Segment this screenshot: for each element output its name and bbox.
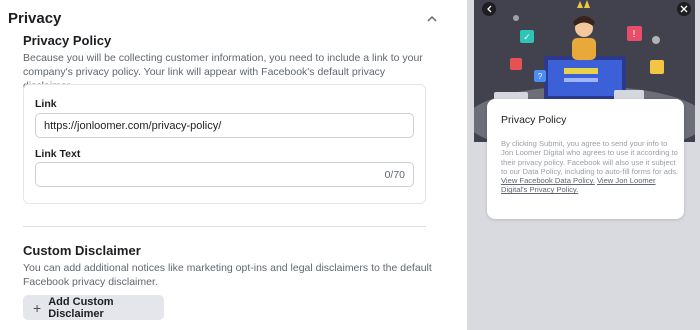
svg-text:?: ? [538,72,543,81]
close-icon[interactable] [677,2,691,16]
svg-text:!: ! [633,29,636,40]
privacy-preview-card: Privacy Policy By clicking Submit, you a… [487,99,684,219]
form-preview-panel: ✓ ! ? Privacy Policy By clicking Submit,… [467,0,700,330]
section-title: Privacy [8,9,62,27]
character-counter: 0/70 [384,168,405,181]
preview-card-title: Privacy Policy [501,114,567,126]
chevron-left-icon[interactable] [482,2,496,16]
svg-text:✓: ✓ [523,32,531,42]
link-input[interactable]: https://jonloomer.com/privacy-policy/ [35,113,414,138]
privacy-policy-card: Link https://jonloomer.com/privacy-polic… [23,84,426,204]
privacy-settings-panel: Privacy Privacy Policy Because you will … [0,0,467,330]
chevron-up-icon[interactable] [424,10,440,26]
plus-icon: + [33,299,42,316]
privacy-policy-title: Privacy Policy [23,33,112,48]
view-data-policy-link[interactable]: View Facebook Data Policy. [501,176,595,185]
custom-disclaimer-description: You can add additional notices like mark… [23,262,432,288]
custom-disclaimer-title: Custom Disclaimer [23,243,141,258]
link-label: Link [35,98,57,110]
preview-disclaimer-text: By clicking Submit, you agree to send yo… [501,139,681,195]
add-custom-disclaimer-button[interactable]: + Add Custom Disclaimer [23,295,164,320]
link-text-input[interactable]: 0/70 [35,162,414,187]
privacy-section-header[interactable]: Privacy [8,8,440,28]
link-text-label: Link Text [35,148,81,160]
add-custom-disclaimer-label: Add Custom Disclaimer [48,295,114,320]
preview-body-text: By clicking Submit, you agree to send yo… [501,139,679,176]
section-divider [23,226,426,227]
link-input-value: https://jonloomer.com/privacy-policy/ [44,119,222,132]
